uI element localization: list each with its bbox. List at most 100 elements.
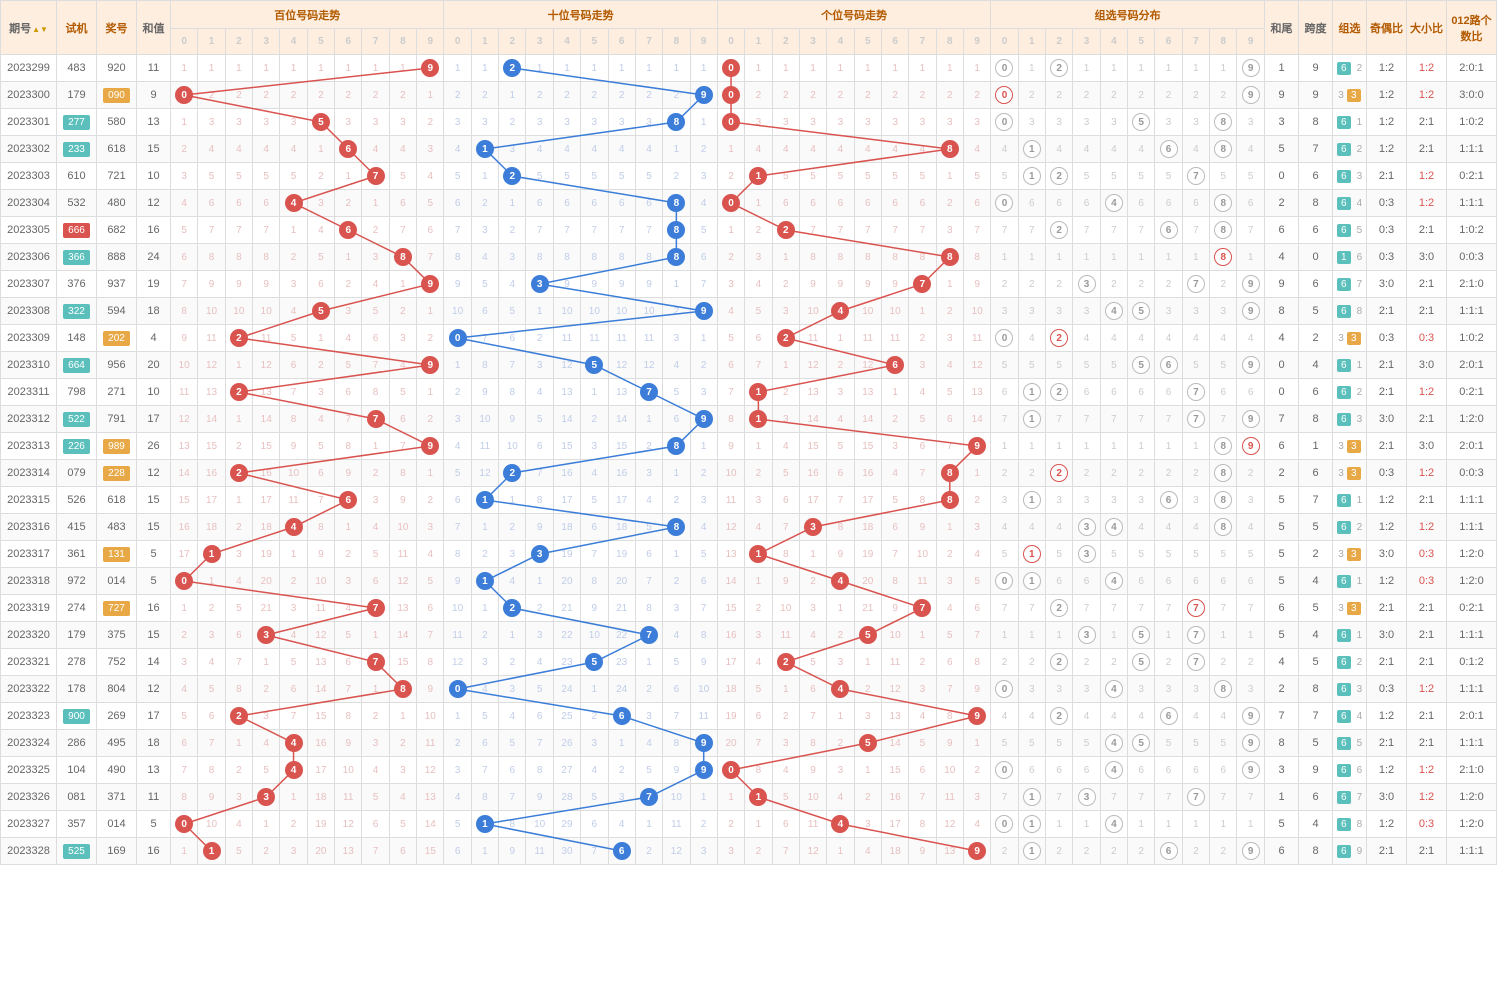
prize-cell: 937 (97, 271, 137, 298)
tens-digit-5: 4 (581, 136, 608, 163)
big-small-cell: 1:2 (1407, 676, 1447, 703)
prize-cell: 989 (97, 433, 137, 460)
units-digit-8: 1 (936, 163, 963, 190)
tens-digit-9: 1 (690, 325, 717, 352)
units-digit-7: 8 (909, 811, 936, 838)
header-issue[interactable]: 期号▲▼ (1, 1, 57, 55)
tens-digit-7: 5 (635, 514, 662, 541)
sum-cell: 16 (137, 217, 171, 244)
group-digit-3: 3 (1073, 541, 1100, 568)
header-big-small[interactable]: 大小比 (1407, 1, 1447, 55)
hundreds-digit-0: 10 (171, 352, 198, 379)
hundreds-digit-4: 4 (280, 730, 307, 757)
group-digit-5: 6 (1128, 190, 1155, 217)
big-small-cell: 3:0 (1407, 244, 1447, 271)
table-row: 2023322178804124582614718904352412426101… (1, 676, 1497, 703)
tail-cell: 5 (1265, 568, 1299, 595)
hundreds-digit-4: 3 (280, 109, 307, 136)
hundreds-digit-9: 5 (417, 190, 444, 217)
group-digit-0: 0 (991, 55, 1018, 82)
tail-cell: 6 (1265, 838, 1299, 865)
group-cell: 6 2 (1333, 136, 1367, 163)
hundreds-digit-9: 1 (417, 379, 444, 406)
tens-digit-8: 8 (663, 190, 690, 217)
hundreds-digit-6: 13 (335, 838, 362, 865)
odd-even-cell: 0:3 (1367, 676, 1407, 703)
tens-digit-5: 11 (581, 325, 608, 352)
header-prize[interactable]: 奖号 (97, 1, 137, 55)
big-small-cell: 2:1 (1407, 649, 1447, 676)
tens-digit-8: 8 (663, 514, 690, 541)
tail-cell: 3 (1265, 109, 1299, 136)
tens-digit-9: 9 (690, 730, 717, 757)
big-small-cell: 2:1 (1407, 487, 1447, 514)
tens-digit-8: 6 (663, 406, 690, 433)
group-digit-0: 5 (991, 730, 1018, 757)
units-digit-8: 5 (936, 622, 963, 649)
hundreds-digit-0: 14 (171, 460, 198, 487)
group-digit-8: 4 (1210, 325, 1237, 352)
tens-digit-7: 7 (635, 379, 662, 406)
header-odd-even[interactable]: 奇偶比 (1367, 1, 1407, 55)
units-digit-3: 14 (799, 406, 826, 433)
hundreds-digit-2: 1 (225, 730, 252, 757)
units-digit-9: 6 (963, 190, 990, 217)
group-digit-9: 9 (1237, 838, 1265, 865)
route-cell: 1:1:1 (1447, 298, 1497, 325)
units-digit-1: 7 (745, 352, 772, 379)
group-digit-6: 6 (1155, 190, 1182, 217)
group-digit-2: 1 (1046, 433, 1073, 460)
hundreds-digit-2: 1 (225, 352, 252, 379)
units-digit-9: 9 (963, 433, 990, 460)
units-digit-3: 7 (799, 703, 826, 730)
units-digit-8: 8 (936, 487, 963, 514)
group-cell: 6 1 (1333, 487, 1367, 514)
group-digit-9: 2 (1237, 460, 1265, 487)
hundreds-digit-6: 9 (335, 730, 362, 757)
header-group[interactable]: 组选 (1333, 1, 1367, 55)
hundreds-digit-4: 5 (280, 325, 307, 352)
tens-digit-5: 7 (581, 541, 608, 568)
units-digit-1: 5 (745, 676, 772, 703)
tens-digit-3: 6 (526, 703, 553, 730)
digit-header-8: 8 (1210, 29, 1237, 55)
tens-digit-0: 3 (444, 406, 471, 433)
tens-digit-0: 5 (444, 460, 471, 487)
span-cell: 9 (1299, 55, 1333, 82)
hundreds-digit-4: 11 (280, 487, 307, 514)
header-tail[interactable]: 和尾 (1265, 1, 1299, 55)
group-digit-7: 7 (1182, 163, 1209, 190)
sum-cell: 15 (137, 514, 171, 541)
route-cell: 1:1:1 (1447, 136, 1497, 163)
header-span[interactable]: 跨度 (1299, 1, 1333, 55)
header-route[interactable]: 012路个数比 (1447, 1, 1497, 55)
group-digit-2: 6 (1046, 190, 1073, 217)
group-digit-0: 0 (991, 676, 1018, 703)
tens-digit-5: 2 (581, 703, 608, 730)
tens-digit-2: 5 (499, 298, 526, 325)
hundreds-digit-3: 3 (253, 622, 280, 649)
units-digit-0: 0 (717, 757, 744, 784)
header-test[interactable]: 试机 (57, 1, 97, 55)
hundreds-digit-1: 4 (198, 649, 225, 676)
tens-digit-4: 14 (553, 406, 580, 433)
group-digit-8: 5 (1210, 352, 1237, 379)
digit-header-8: 8 (936, 29, 963, 55)
odd-even-cell: 0:3 (1367, 190, 1407, 217)
hundreds-digit-2: 4 (225, 136, 252, 163)
tens-digit-1: 1 (471, 838, 498, 865)
tens-digit-2: 2 (499, 163, 526, 190)
hundreds-digit-9: 1 (417, 298, 444, 325)
group-digit-4: 2 (1100, 82, 1127, 109)
prize-cell: 888 (97, 244, 137, 271)
header-sum[interactable]: 和值 (137, 1, 171, 55)
units-digit-4: 8 (827, 244, 854, 271)
units-digit-1: 1 (745, 784, 772, 811)
hundreds-digit-1: 2 (198, 595, 225, 622)
sum-cell: 10 (137, 379, 171, 406)
units-digit-5: 5 (854, 622, 881, 649)
digit-header-0: 0 (717, 29, 744, 55)
tens-digit-9: 9 (690, 82, 717, 109)
units-digit-0: 5 (717, 325, 744, 352)
group-digit-5: 5 (1128, 622, 1155, 649)
